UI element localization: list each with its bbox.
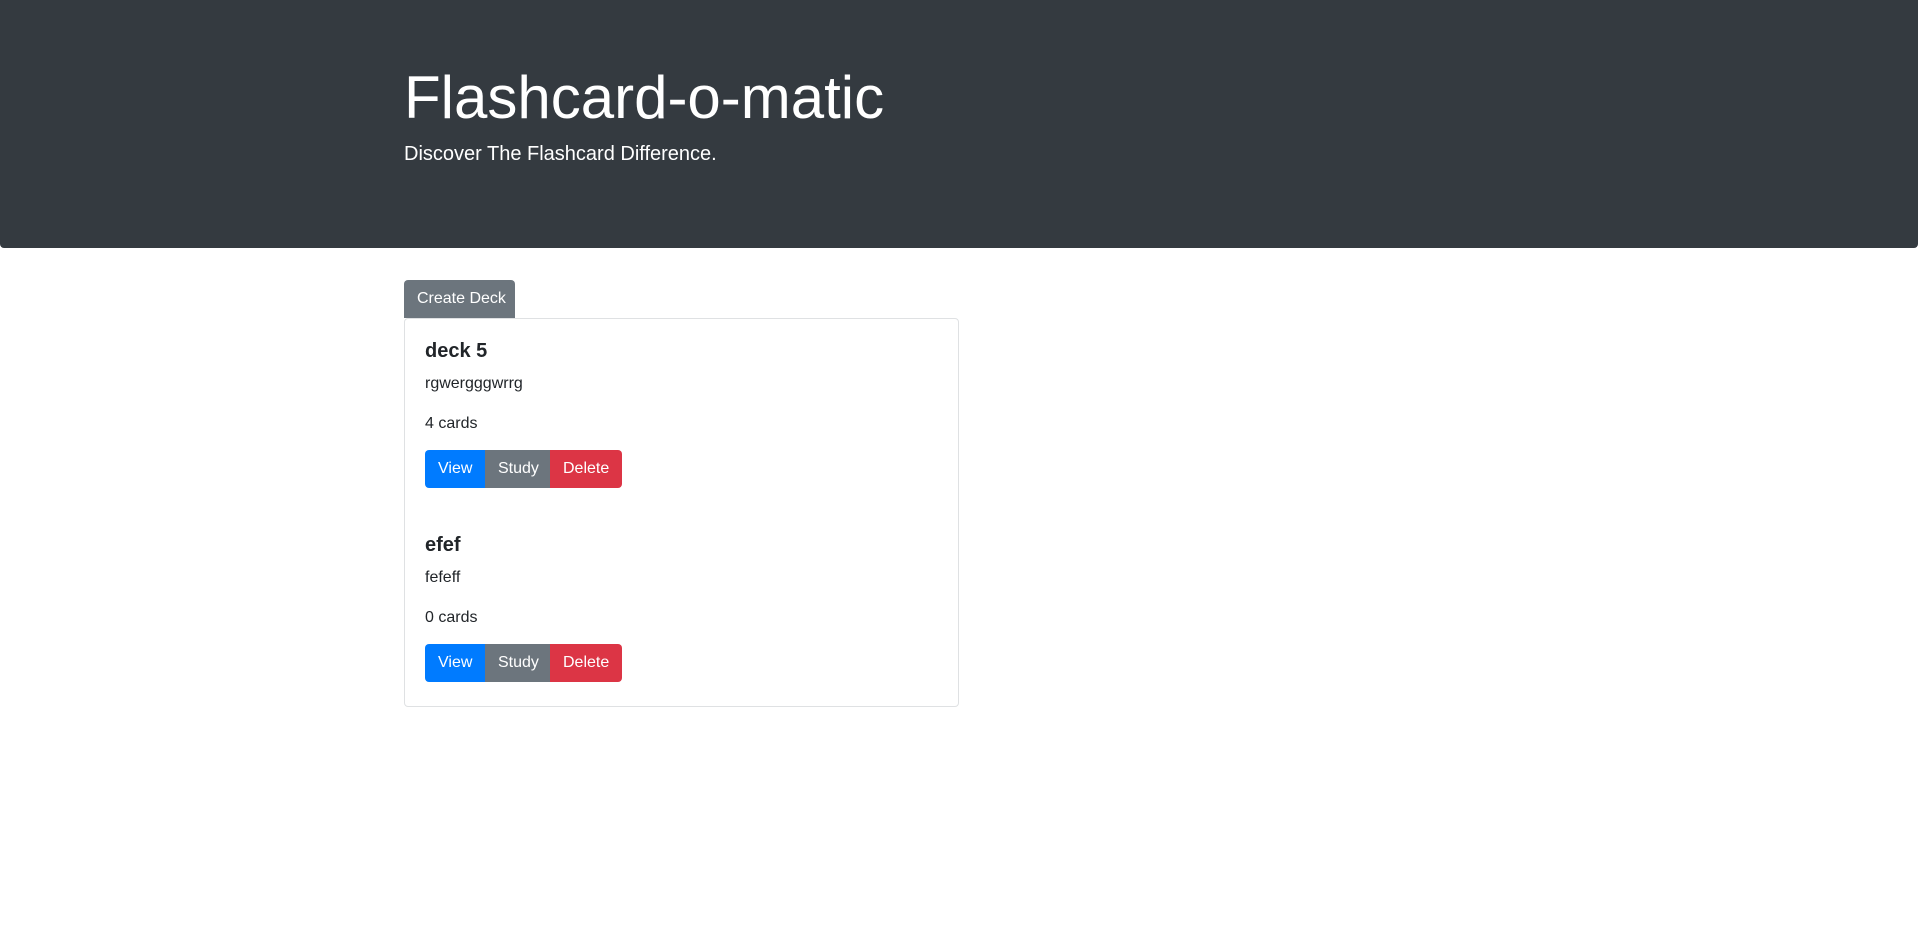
study-deck-button[interactable]: Study (485, 450, 550, 488)
view-deck-button[interactable]: View (425, 450, 485, 488)
deck-card-count: 4 cards (425, 415, 478, 432)
deck-name: efef (425, 534, 461, 556)
deck-actions: View Study Delete (425, 644, 925, 682)
delete-deck-button[interactable]: Delete (550, 644, 622, 682)
deck-description: rgwergggwrrg (425, 375, 523, 392)
deck-name: deck 5 (425, 340, 488, 362)
study-deck-button[interactable]: Study (485, 644, 550, 682)
create-deck-button[interactable]: Create Deck (404, 280, 515, 318)
deck-item: deck 5 rgwergggwrrg 4 cards View Study D… (425, 337, 925, 488)
deck-card-count: 0 cards (425, 609, 478, 626)
page-subtitle: Discover The Flashcard Difference. (404, 143, 717, 165)
deck-actions: View Study Delete (425, 450, 925, 488)
delete-deck-button[interactable]: Delete (550, 450, 622, 488)
header-banner: Flashcard-o-matic Discover The Flashcard… (0, 0, 1918, 248)
page-title: Flashcard-o-matic (404, 64, 885, 131)
deck-item: efef fefeff 0 cards View Study Delete (425, 531, 925, 682)
deck-description: fefeff (425, 569, 461, 586)
view-deck-button[interactable]: View (425, 644, 485, 682)
deck-list: deck 5 rgwergggwrrg 4 cards View Study D… (404, 318, 959, 707)
